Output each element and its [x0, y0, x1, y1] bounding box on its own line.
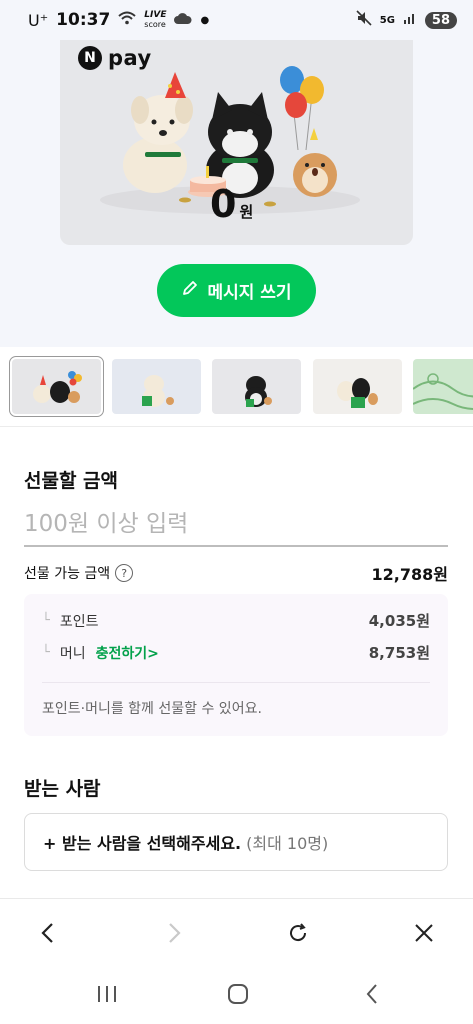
recent-apps-button[interactable]	[87, 976, 127, 1012]
available-amount-value: 12,788원	[371, 565, 448, 584]
carrier-label: U⁺	[28, 10, 49, 30]
battery-indicator: 58	[424, 11, 457, 29]
status-time: 10:37	[56, 10, 111, 30]
chevron-left-icon	[41, 923, 53, 943]
cloud-icon	[174, 10, 193, 30]
available-amount-label: 선물 가능 금액	[24, 566, 111, 582]
write-message-label: 메시지 쓰기	[207, 283, 292, 303]
charge-link[interactable]: 충전하기>	[96, 643, 159, 663]
select-recipient-label: + 받는 사람을 선택해주세요.	[43, 834, 242, 853]
branch-icon: └	[42, 613, 50, 628]
recipient-title: 받는 사람	[24, 778, 101, 800]
select-recipient-button[interactable]: + 받는 사람을 선택해주세요. (최대 10명)	[24, 813, 448, 871]
signal-icon	[403, 10, 417, 30]
gift-card-preview: N pay 0 원	[60, 40, 413, 245]
wifi-icon	[118, 10, 136, 30]
network-type: 5G	[379, 14, 395, 26]
notification-dot-icon: ●	[200, 14, 210, 26]
card-design-thumbnail-5[interactable]	[413, 359, 473, 414]
card-design-thumbnail-1[interactable]	[9, 356, 104, 417]
points-row: └ 포인트 4,035원	[42, 610, 430, 631]
select-recipient-limit: (최대 10명)	[246, 834, 329, 853]
system-navigation-bar	[0, 964, 473, 1024]
divider	[42, 682, 430, 683]
help-icon[interactable]: ?	[115, 564, 134, 582]
pencil-icon	[181, 279, 199, 302]
home-button[interactable]	[218, 976, 258, 1012]
available-amount-row: 선물 가능 금액 ? 12,788원	[24, 561, 448, 585]
money-value: 8,753원	[368, 644, 430, 662]
balance-detail-box: └ 포인트 4,035원 └ 머니 충전하기> 8,753원 포인트·머니를 함…	[24, 594, 448, 736]
card-design-thumbnail-4[interactable]	[313, 359, 402, 414]
card-amount: 0 원	[210, 182, 254, 226]
close-icon	[415, 924, 433, 942]
balance-note: 포인트·머니를 함께 선물할 수 있어요.	[42, 701, 262, 717]
back-button[interactable]	[28, 913, 68, 953]
system-back-button[interactable]	[352, 976, 392, 1012]
money-row: └ 머니 충전하기> 8,753원	[42, 642, 430, 663]
forward-button[interactable]	[154, 913, 194, 953]
browser-toolbar	[0, 898, 473, 964]
mute-icon	[356, 9, 372, 31]
gift-amount-title: 선물할 금액	[24, 470, 119, 492]
branch-icon: └	[42, 645, 50, 660]
money-label: 머니	[59, 645, 86, 662]
live-score-icon: LIVE score	[144, 10, 167, 30]
card-design-carousel[interactable]	[0, 347, 473, 427]
refresh-button[interactable]	[278, 913, 318, 953]
home-icon	[228, 984, 248, 1004]
refresh-icon	[290, 923, 307, 942]
chevron-right-icon	[169, 923, 181, 943]
back-arrow-icon	[366, 984, 377, 1004]
status-bar: U⁺ 10:37 LIVE score ● 5G 58	[0, 0, 473, 40]
card-design-thumbnail-2[interactable]	[112, 359, 201, 414]
gift-card-area: N pay 0 원 메시지 쓰기	[0, 40, 473, 347]
close-button[interactable]	[404, 913, 444, 953]
write-message-button[interactable]: 메시지 쓰기	[157, 264, 316, 317]
card-design-thumbnail-3[interactable]	[212, 359, 301, 414]
recent-apps-icon	[98, 986, 116, 1002]
points-label: 포인트	[59, 613, 99, 630]
gift-amount-input[interactable]	[24, 502, 448, 547]
points-value: 4,035원	[368, 612, 430, 630]
